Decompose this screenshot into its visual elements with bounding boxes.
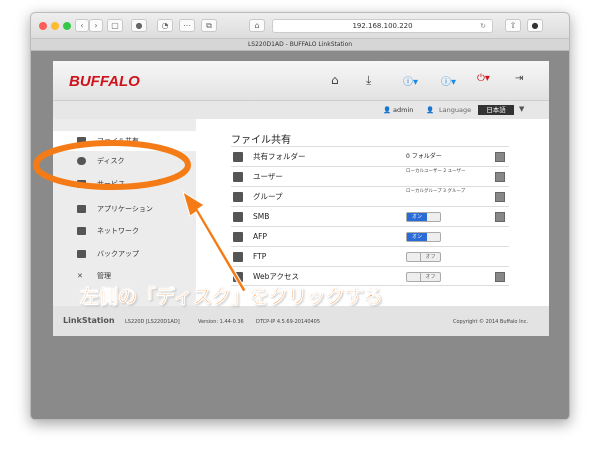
edit-icon[interactable] bbox=[495, 192, 505, 202]
edit-icon[interactable] bbox=[495, 172, 505, 182]
sidebar-item-label: アプリケーション bbox=[97, 205, 153, 213]
row-value: ローカルグループ 3 グループ bbox=[406, 189, 466, 194]
clock-icon[interactable]: ◔ bbox=[157, 19, 173, 32]
toggle-label: オン bbox=[407, 213, 427, 221]
download-icon[interactable]: ⤓ bbox=[366, 73, 371, 88]
share-icon[interactable]: ⇧ bbox=[505, 19, 521, 32]
row-afp: AFP オン bbox=[231, 226, 509, 246]
toggle-label: オフ bbox=[420, 273, 440, 281]
ftp-toggle[interactable]: オフ bbox=[406, 252, 441, 262]
footer: LinkStation LS220D [LS220D1AD] Version: … bbox=[53, 306, 549, 336]
sidebar-icon[interactable]: ▢ bbox=[107, 19, 123, 32]
tab-bar: LS220D1AD - BUFFALO LinkStation bbox=[31, 39, 569, 51]
row-label: 共有フォルダー bbox=[253, 152, 306, 161]
download-icon[interactable]: ● bbox=[527, 19, 543, 32]
language-select[interactable]: 日本語 bbox=[478, 105, 514, 115]
sidebar-item-label: サービス bbox=[97, 180, 125, 188]
row-label: SMB bbox=[253, 212, 270, 221]
sidebar-item-services[interactable]: サービス bbox=[53, 174, 196, 194]
row-label: FTP bbox=[253, 252, 267, 261]
home-icon[interactable]: ⌂ bbox=[249, 19, 265, 32]
footer-model: LS220D [LS220D1AD] bbox=[125, 319, 180, 325]
sidebar-item-disk[interactable]: ディスク bbox=[53, 151, 196, 171]
toggle-label: オン bbox=[407, 233, 427, 241]
shared-folder-icon bbox=[233, 152, 243, 162]
sidebar-item-label: 管理 bbox=[97, 272, 111, 280]
sidebar: ファイル共有 ディスク サービス アプリケーション ネットワーク バックアップ … bbox=[53, 119, 196, 306]
buffalo-logo: BUFFALO bbox=[69, 73, 140, 90]
sidebar-item-network[interactable]: ネットワーク bbox=[53, 221, 196, 241]
sidebar-item-label: バックアップ bbox=[97, 250, 139, 258]
chevron-down-icon[interactable]: ▼ bbox=[519, 105, 524, 113]
forward-icon[interactable]: › bbox=[89, 19, 103, 32]
edit-icon[interactable] bbox=[495, 272, 505, 282]
info-icon[interactable]: ⓘ▾ bbox=[441, 73, 456, 88]
browser-toolbar: ‹ › ▢ ● ◔ ⋯ ⧉ ⌂ 192.168.100.220 ↻ ⇧ ● bbox=[31, 13, 569, 39]
annotation-text: 左側の「ディスク」をクリックする bbox=[80, 286, 383, 309]
row-groups: グループ ローカルグループ 3 グループ bbox=[231, 186, 509, 206]
toggle-label: オフ bbox=[420, 253, 440, 261]
sidebar-item-label: ネットワーク bbox=[97, 227, 139, 235]
footer-copyright: Copyright © 2014 Buffalo Inc. bbox=[453, 319, 529, 325]
tools-icon: ✕ bbox=[77, 272, 83, 280]
web-access-toggle[interactable]: オフ bbox=[406, 272, 441, 282]
browser-window: ‹ › ▢ ● ◔ ⋯ ⧉ ⌂ 192.168.100.220 ↻ ⇧ ● LS2… bbox=[30, 12, 570, 420]
row-label: AFP bbox=[253, 232, 267, 241]
footer-brand: LinkStation bbox=[63, 316, 115, 325]
user-name: admin bbox=[393, 106, 414, 114]
user-folder-icon bbox=[233, 172, 243, 182]
backup-icon bbox=[77, 250, 86, 258]
main-content: ファイル共有 共有フォルダー 0 フォルダー ユーザー ローカルユーザー 2 ユーザ… bbox=[196, 119, 549, 306]
edit-icon[interactable] bbox=[495, 152, 505, 162]
zoom-window-button[interactable] bbox=[63, 22, 71, 30]
evernote-icon[interactable]: ● bbox=[131, 19, 147, 32]
smb-folder-icon bbox=[233, 212, 243, 222]
grid-icon[interactable]: ⋯ bbox=[179, 19, 195, 32]
tabs-icon[interactable]: ⧉ bbox=[201, 19, 217, 32]
url-bar[interactable]: 192.168.100.220 ↻ bbox=[272, 19, 493, 33]
app-header: BUFFALO ⌂ ⤓ ⓘ▾ ⓘ▾ ⏻▾ ⇥ bbox=[53, 61, 549, 101]
language-icon: 👤 bbox=[426, 106, 435, 114]
services-icon bbox=[77, 180, 86, 188]
sidebar-item-file-sharing[interactable]: ファイル共有 bbox=[53, 131, 196, 151]
user-icon: 👤 bbox=[383, 106, 392, 114]
back-icon[interactable]: ‹ bbox=[75, 19, 89, 32]
home-icon[interactable]: ⌂ bbox=[331, 73, 339, 87]
footer-dtcp: DTCP-IP 4.5.69-20140405 bbox=[256, 319, 321, 325]
folder-icon bbox=[77, 137, 86, 145]
row-shared-folders: 共有フォルダー 0 フォルダー bbox=[231, 146, 509, 166]
application-icon bbox=[77, 205, 86, 213]
group-folder-icon bbox=[233, 192, 243, 202]
reload-icon[interactable]: ↻ bbox=[480, 20, 486, 32]
tab-title[interactable]: LS220D1AD - BUFFALO LinkStation bbox=[248, 41, 352, 48]
disk-icon bbox=[77, 157, 86, 165]
afp-toggle[interactable]: オン bbox=[406, 232, 441, 242]
edit-icon[interactable] bbox=[495, 212, 505, 222]
network-icon bbox=[77, 227, 86, 235]
url-text: 192.168.100.220 bbox=[352, 22, 413, 30]
help-icon[interactable]: ⓘ▾ bbox=[403, 73, 418, 88]
user-bar: 👤 admin 👤 Language 日本語 ▼ bbox=[53, 101, 549, 119]
row-label: ユーザー bbox=[253, 172, 283, 181]
smb-toggle[interactable]: オン bbox=[406, 212, 441, 222]
sidebar-item-backup[interactable]: バックアップ bbox=[53, 244, 196, 264]
row-users: ユーザー ローカルユーザー 2 ユーザー bbox=[231, 166, 509, 186]
row-smb: SMB オン bbox=[231, 206, 509, 226]
sidebar-item-label: ファイル共有 bbox=[97, 137, 139, 145]
row-value: ローカルユーザー 2 ユーザー bbox=[406, 169, 466, 174]
minimize-window-button[interactable] bbox=[51, 22, 59, 30]
sidebar-item-label: ディスク bbox=[97, 157, 125, 165]
close-window-button[interactable] bbox=[39, 22, 47, 30]
power-icon[interactable]: ⏻▾ bbox=[477, 73, 490, 84]
afp-folder-icon bbox=[233, 232, 243, 242]
logout-icon[interactable]: ⇥ bbox=[515, 73, 523, 84]
sidebar-item-applications[interactable]: アプリケーション bbox=[53, 199, 196, 219]
ftp-folder-icon bbox=[233, 252, 243, 262]
row-ftp: FTP オフ bbox=[231, 246, 509, 266]
web-folder-icon bbox=[233, 272, 243, 282]
page-title: ファイル共有 bbox=[231, 135, 291, 146]
row-label: グループ bbox=[253, 192, 283, 201]
footer-version: Version: 1.44-0.36 bbox=[198, 319, 244, 325]
language-label: Language bbox=[439, 106, 472, 114]
